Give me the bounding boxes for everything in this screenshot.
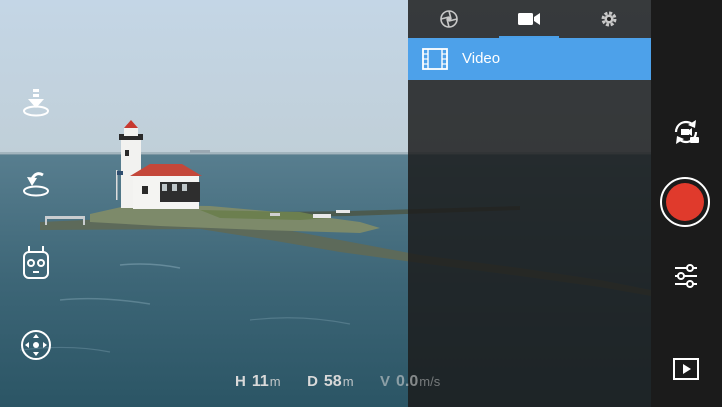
velocity-unit: m/s	[419, 374, 441, 389]
joystick-icon	[21, 330, 51, 360]
sliders-icon	[675, 264, 697, 288]
height-value: 11	[251, 373, 269, 390]
tab-settings[interactable]	[579, 0, 639, 38]
mode-item-video[interactable]: Video	[408, 38, 651, 80]
distance-unit: m	[342, 374, 354, 389]
drone-camera-screen: Video H 11m D 58m V 0.0m/s	[0, 0, 722, 407]
height-readout: H 11m	[235, 373, 281, 391]
aperture-icon	[440, 10, 458, 28]
record-button[interactable]	[660, 177, 710, 227]
telemetry-bar: H 11m D 58m V 0.0m/s	[235, 373, 462, 391]
velocity-value: 0.0	[396, 373, 419, 390]
distance-value: 58	[323, 373, 342, 390]
takeoff-icon	[23, 89, 49, 117]
joystick-button[interactable]	[18, 327, 54, 363]
velocity-label: V	[380, 373, 391, 390]
velocity-readout: V 0.0m/s	[380, 373, 440, 391]
left-control-bar	[18, 0, 54, 407]
takeoff-button[interactable]	[18, 85, 54, 121]
gear-icon	[601, 11, 617, 27]
height-label: H	[235, 373, 246, 390]
switch-camera-icon	[674, 120, 699, 144]
height-unit: m	[269, 374, 281, 389]
playback-button[interactable]	[672, 357, 700, 381]
mode-item-label: Video	[462, 50, 501, 67]
playback-icon	[673, 358, 699, 380]
tab-video[interactable]	[499, 0, 559, 38]
distance-readout: D 58m	[307, 373, 353, 391]
camera-mode-tabs	[408, 0, 651, 38]
switch-camera-button[interactable]	[670, 116, 702, 148]
tab-photo[interactable]	[419, 0, 479, 38]
remote-controller-button[interactable]	[18, 245, 54, 281]
return-home-button[interactable]	[18, 165, 54, 201]
video-camera-icon	[518, 13, 540, 25]
return-home-icon	[23, 172, 49, 197]
remote-controller-icon	[23, 246, 49, 279]
record-indicator	[666, 183, 704, 221]
camera-mode-panel: Video	[408, 0, 651, 407]
settings-sliders-button[interactable]	[672, 262, 700, 290]
film-strip-icon	[422, 48, 448, 70]
right-control-bar	[651, 0, 722, 407]
distance-label: D	[307, 373, 318, 390]
